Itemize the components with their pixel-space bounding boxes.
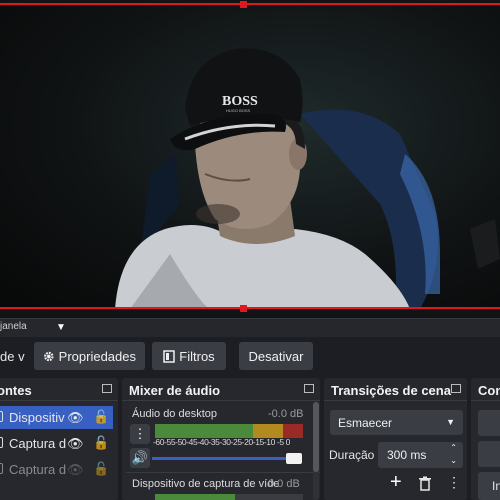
window-label: janela <box>0 321 27 332</box>
visibility-eye-icon[interactable]: 👁 <box>67 410 84 426</box>
filter-icon <box>163 349 176 363</box>
dock-icon[interactable] <box>304 384 314 393</box>
properties-button[interactable]: Propriedades <box>34 342 145 370</box>
vertical-dots-icon: ⋮ <box>133 426 147 441</box>
transition-value: Esmaecer <box>338 416 393 430</box>
chevron-down-icon: ▼ <box>446 417 455 427</box>
transition-select[interactable]: Esmaecer ▼ <box>330 410 463 435</box>
controls-header: Con <box>471 378 500 401</box>
resize-handle-bottom[interactable] <box>240 305 247 312</box>
svg-text:BOSS: BOSS <box>222 94 258 109</box>
svg-text:HUGO BOSS: HUGO BOSS <box>226 108 251 113</box>
speaker-icon: 🔊 <box>131 450 149 465</box>
meter-ticks: -60-55-50-45-40-35-30-25-20-15-10 -5 0 <box>153 437 290 447</box>
add-transition-icon[interactable]: + <box>390 471 402 494</box>
transitions-title: Transições de cena <box>331 383 451 398</box>
channel-db: -0.0 dB <box>268 408 304 420</box>
source-toolbar: de v Propriedades Filtros Desativar <box>0 337 500 377</box>
lock-icon[interactable]: 🔓 <box>93 409 109 425</box>
channel-menu-button[interactable]: ⋮ <box>130 424 150 444</box>
filters-button[interactable]: Filtros <box>152 342 226 370</box>
source-label: Captura d <box>9 462 67 477</box>
preview-area[interactable]: BOSS HUGO BOSS <box>0 0 500 318</box>
filters-label: Filtros <box>179 348 215 364</box>
volume-slider-track[interactable] <box>152 457 298 460</box>
hidden-eye-icon[interactable]: 👁 <box>67 462 84 478</box>
selection-border-top <box>0 3 500 5</box>
properties-label: Propriedades <box>58 348 136 364</box>
mixer-header: Mixer de áudio <box>122 378 320 401</box>
game-source-icon <box>0 463 3 474</box>
channel-name: Áudio do desktop <box>132 408 218 420</box>
volume-slider-knob[interactable] <box>286 453 302 464</box>
channel-divider <box>126 472 320 473</box>
transitions-header: Transições de cena <box>324 378 467 401</box>
duration-value: 300 ms <box>387 448 427 462</box>
gear-icon <box>44 351 54 361</box>
source-window-bar: janela ▼ <box>0 318 500 337</box>
volume-meter <box>155 424 303 438</box>
dock-icon[interactable] <box>102 384 112 393</box>
stepper-down-icon[interactable]: ⌄ <box>450 456 457 465</box>
camera-source-icon <box>0 411 3 422</box>
start-streaming-button[interactable] <box>478 410 500 436</box>
mixer-scrollbar[interactable] <box>313 402 319 500</box>
deactivate-label: Desativar <box>248 348 304 364</box>
visibility-eye-icon[interactable]: 👁 <box>67 436 84 452</box>
sources-header: ontes <box>0 378 118 401</box>
start-recording-button[interactable] <box>478 441 500 467</box>
volume-meter <box>155 494 303 500</box>
vertical-dots-icon[interactable]: ⋮ <box>447 474 461 491</box>
trash-icon[interactable] <box>418 476 432 491</box>
controls-title: Con <box>478 383 500 398</box>
channel-db: 0.0 dB <box>268 478 300 490</box>
control-button-label: In <box>492 479 500 493</box>
webcam-feed: BOSS HUGO BOSS <box>0 4 500 309</box>
source-label: Dispositiv <box>9 410 65 425</box>
source-item[interactable]: Captura d 👁 🔓 <box>0 432 113 455</box>
scene-label-fragment: de v <box>0 349 25 364</box>
mute-button[interactable]: 🔊 <box>130 448 150 468</box>
sources-panel: ontes Dispositiv 👁 🔓 Captura d 👁 🔓 Captu… <box>0 378 118 500</box>
sources-title: ontes <box>0 383 32 398</box>
lock-icon[interactable]: 🔓 <box>93 435 109 451</box>
stepper-up-icon[interactable]: ⌃ <box>450 443 457 452</box>
selection-border-bottom <box>0 307 500 309</box>
source-item[interactable]: Captura d 👁 🔓 <box>0 458 113 481</box>
mixer-title: Mixer de áudio <box>129 383 221 398</box>
window-dropdown-icon[interactable]: ▼ <box>56 322 66 333</box>
virtual-camera-button[interactable]: In <box>478 472 500 500</box>
channel-name: Dispositivo de captura de víde <box>132 478 280 490</box>
duration-input[interactable]: 300 ms ⌃ ⌄ <box>378 442 463 468</box>
person-image: BOSS HUGO BOSS <box>115 48 500 309</box>
lock-icon[interactable]: 🔓 <box>93 461 109 477</box>
deactivate-button[interactable]: Desativar <box>239 342 313 370</box>
duration-label: Duração <box>329 448 375 462</box>
dock-icon[interactable] <box>451 384 461 393</box>
source-item[interactable]: Dispositiv 👁 🔓 <box>0 406 113 429</box>
resize-handle-top[interactable] <box>240 1 247 8</box>
source-label: Captura d <box>9 436 67 451</box>
window-source-icon <box>0 437 3 448</box>
